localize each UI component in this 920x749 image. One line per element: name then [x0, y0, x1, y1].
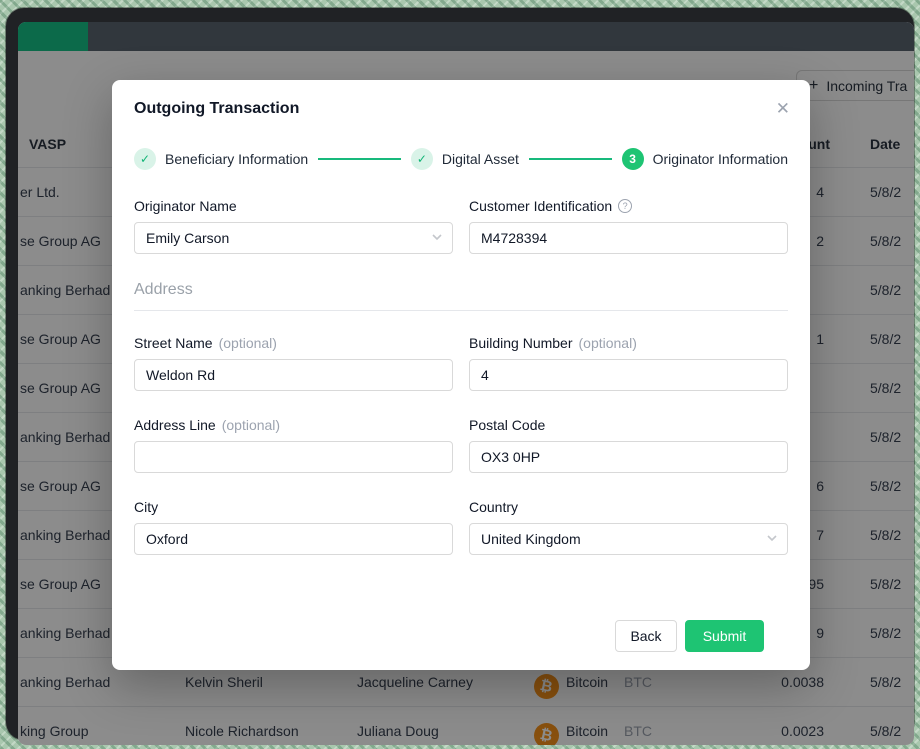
customer-identification-input[interactable] [469, 222, 788, 254]
postal-code-label: Postal Code [469, 417, 788, 433]
postal-code-input[interactable] [469, 441, 788, 473]
modal-title: Outgoing Transaction [134, 100, 299, 118]
city-label: City [134, 499, 453, 515]
city-input[interactable] [134, 523, 453, 555]
originator-name-label: Originator Name [134, 198, 453, 214]
stepper: ✓ Beneficiary Information ✓ Digital Asse… [134, 148, 788, 170]
outgoing-transaction-modal: Outgoing Transaction ✕ ✓ Beneficiary Inf… [112, 80, 810, 670]
step-number: 3 [622, 148, 644, 170]
address-line-label: Address Line (optional) [134, 417, 453, 433]
originator-name-select[interactable] [134, 222, 453, 254]
check-icon: ✓ [134, 148, 156, 170]
chevron-down-icon [767, 535, 777, 542]
country-label: Country [469, 499, 788, 515]
street-name-label: Street Name (optional) [134, 335, 453, 351]
building-number-input[interactable] [469, 359, 788, 391]
chevron-down-icon [432, 234, 442, 241]
back-button[interactable]: Back [615, 620, 677, 652]
step-digital-asset[interactable]: ✓ Digital Asset [411, 148, 519, 170]
close-icon[interactable]: ✕ [776, 100, 790, 117]
step-originator-information[interactable]: 3 Originator Information [622, 148, 788, 170]
street-name-input[interactable] [134, 359, 453, 391]
help-icon[interactable]: ? [618, 199, 632, 213]
customer-identification-label: Customer Identification ? [469, 198, 788, 214]
check-icon: ✓ [411, 148, 433, 170]
address-line-input[interactable] [134, 441, 453, 473]
address-section-heading: Address [134, 281, 788, 311]
stepper-connector [529, 158, 612, 160]
step-beneficiary-information[interactable]: ✓ Beneficiary Information [134, 148, 308, 170]
stepper-connector [318, 158, 401, 160]
building-number-label: Building Number (optional) [469, 335, 788, 351]
submit-button[interactable]: Submit [685, 620, 764, 652]
country-select[interactable] [469, 523, 788, 555]
